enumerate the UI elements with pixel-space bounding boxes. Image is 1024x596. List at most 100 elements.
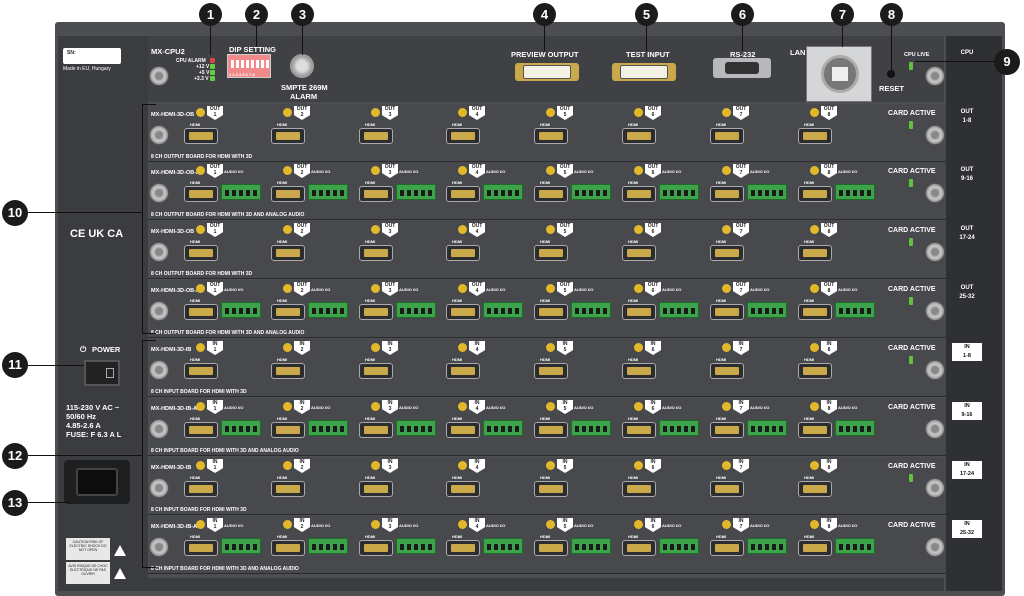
hdmi-port[interactable] [710,186,744,202]
power-switch[interactable] [84,360,120,386]
hdmi-port[interactable] [271,186,305,202]
audio-terminal[interactable] [571,184,611,200]
audio-terminal[interactable] [835,184,875,200]
audio-terminal[interactable] [308,184,348,200]
board-screw-left[interactable] [149,183,169,203]
board-screw-right[interactable] [925,478,945,498]
audio-terminal[interactable] [308,538,348,554]
hdmi-port[interactable] [534,363,568,379]
hdmi-port[interactable] [271,128,305,144]
preview-output-dvi[interactable] [515,63,579,81]
hdmi-port[interactable] [534,245,568,261]
hdmi-port[interactable] [622,481,656,497]
hdmi-port[interactable] [710,245,744,261]
hdmi-port[interactable] [359,363,393,379]
hdmi-port[interactable] [446,186,480,202]
board-screw-left[interactable] [149,478,169,498]
hdmi-port[interactable] [622,186,656,202]
hdmi-port[interactable] [710,540,744,556]
hdmi-port[interactable] [184,540,218,556]
hdmi-port[interactable] [798,245,832,261]
hdmi-port[interactable] [359,481,393,497]
board-screw-left[interactable] [149,125,169,145]
hdmi-port[interactable] [710,481,744,497]
board-screw-right[interactable] [925,419,945,439]
hdmi-port[interactable] [271,363,305,379]
hdmi-port[interactable] [622,540,656,556]
audio-terminal[interactable] [659,302,699,318]
audio-terminal[interactable] [659,420,699,436]
smpte-bnc-connector[interactable] [290,54,314,78]
audio-terminal[interactable] [483,184,523,200]
test-input-dvi[interactable] [612,63,676,81]
hdmi-port[interactable] [710,128,744,144]
board-screw-left[interactable] [149,419,169,439]
audio-terminal[interactable] [483,420,523,436]
audio-terminal[interactable] [308,302,348,318]
audio-terminal[interactable] [571,420,611,436]
audio-terminal[interactable] [221,302,261,318]
audio-terminal[interactable] [747,538,787,554]
hdmi-port[interactable] [359,304,393,320]
hdmi-port[interactable] [710,363,744,379]
hdmi-port[interactable] [271,304,305,320]
audio-terminal[interactable] [747,302,787,318]
audio-terminal[interactable] [659,538,699,554]
hdmi-port[interactable] [534,128,568,144]
audio-terminal[interactable] [571,538,611,554]
hdmi-port[interactable] [534,481,568,497]
board-screw-left[interactable] [149,242,169,262]
board-screw-left[interactable] [149,360,169,380]
hdmi-port[interactable] [446,245,480,261]
lan-port[interactable] [806,46,872,102]
hdmi-port[interactable] [184,186,218,202]
hdmi-port[interactable] [271,540,305,556]
hdmi-port[interactable] [534,186,568,202]
hdmi-port[interactable] [710,304,744,320]
audio-terminal[interactable] [747,184,787,200]
board-screw-right[interactable] [925,125,945,145]
hdmi-port[interactable] [622,363,656,379]
audio-terminal[interactable] [835,302,875,318]
hdmi-port[interactable] [534,540,568,556]
audio-terminal[interactable] [396,538,436,554]
audio-terminal[interactable] [835,420,875,436]
audio-terminal[interactable] [308,420,348,436]
reset-button[interactable] [887,70,895,78]
rs232-port[interactable] [713,58,771,78]
audio-terminal[interactable] [396,184,436,200]
audio-terminal[interactable] [396,302,436,318]
audio-terminal[interactable] [221,538,261,554]
audio-terminal[interactable] [835,538,875,554]
audio-terminal[interactable] [396,420,436,436]
hdmi-port[interactable] [798,363,832,379]
board-screw-right[interactable] [925,242,945,262]
hdmi-port[interactable] [184,128,218,144]
hdmi-port[interactable] [534,304,568,320]
iec-power-inlet[interactable] [64,460,130,504]
hdmi-port[interactable] [446,128,480,144]
hdmi-port[interactable] [798,481,832,497]
hdmi-port[interactable] [622,304,656,320]
board-screw-left[interactable] [149,537,169,557]
hdmi-port[interactable] [710,422,744,438]
hdmi-port[interactable] [798,422,832,438]
hdmi-port[interactable] [622,128,656,144]
hdmi-port[interactable] [184,304,218,320]
hdmi-port[interactable] [359,186,393,202]
hdmi-port[interactable] [622,245,656,261]
hdmi-port[interactable] [446,540,480,556]
hdmi-port[interactable] [534,422,568,438]
audio-terminal[interactable] [659,184,699,200]
hdmi-port[interactable] [184,363,218,379]
hdmi-port[interactable] [798,540,832,556]
hdmi-port[interactable] [622,422,656,438]
hdmi-port[interactable] [359,128,393,144]
hdmi-port[interactable] [798,304,832,320]
hdmi-port[interactable] [359,245,393,261]
audio-terminal[interactable] [747,420,787,436]
hdmi-port[interactable] [798,186,832,202]
audio-terminal[interactable] [571,302,611,318]
board-screw-right[interactable] [925,537,945,557]
board-screw-left[interactable] [149,301,169,321]
